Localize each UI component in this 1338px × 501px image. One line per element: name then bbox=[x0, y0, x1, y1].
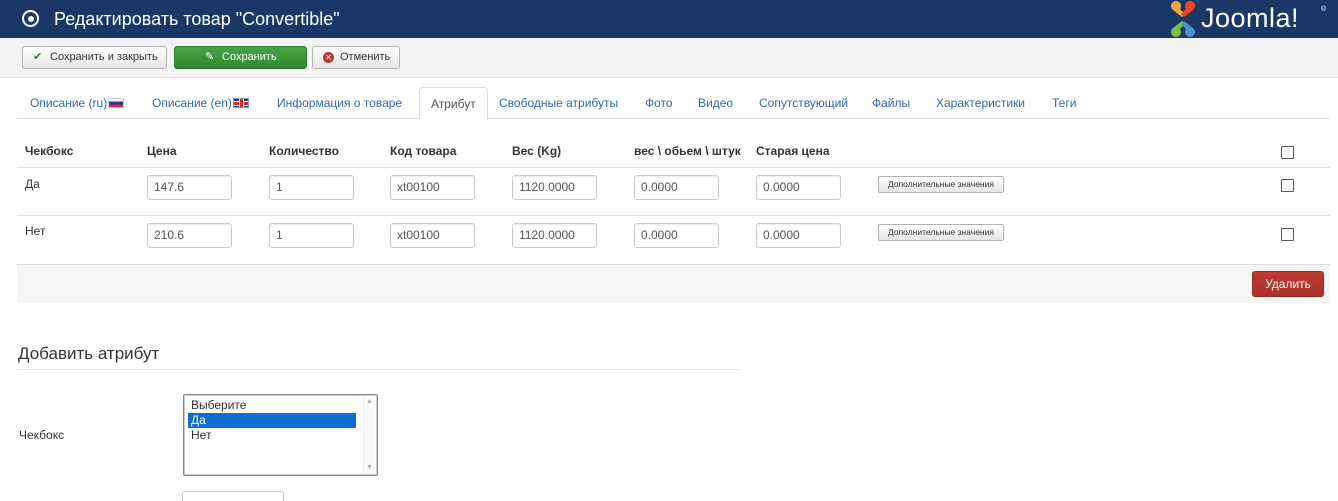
cancel-circle-icon: ✕ bbox=[323, 52, 334, 63]
row-divider bbox=[17, 167, 1330, 168]
column-header-price: Цена bbox=[147, 144, 177, 158]
tab-files[interactable]: Файлы bbox=[872, 87, 910, 119]
tab-bar: Описание (ru) Описание (en) Информация о… bbox=[17, 87, 1330, 120]
page-title: Редактировать товар "Convertible" bbox=[54, 9, 340, 29]
tab-tags[interactable]: Теги bbox=[1052, 87, 1076, 119]
tab-photo[interactable]: Фото bbox=[645, 87, 673, 119]
extra-values-button[interactable]: Дополнительные значения bbox=[878, 176, 1004, 193]
column-header-volume: вес \ обьем \ штук bbox=[634, 144, 741, 158]
logo-text: Joomla! bbox=[1201, 3, 1300, 33]
tab-label: Описание (ru) bbox=[30, 96, 108, 110]
column-header-quantity: Количество bbox=[269, 144, 339, 158]
column-header-weight: Вес (Kg) bbox=[512, 144, 562, 158]
listbox-scrollbar[interactable]: ▲ ▼ bbox=[363, 397, 375, 473]
old-price-input[interactable]: 0.0000 bbox=[756, 175, 841, 200]
save-button[interactable]: ✎ Сохранить bbox=[174, 46, 307, 69]
tab-label: Видео bbox=[698, 96, 734, 110]
edit-icon: ✎ bbox=[205, 51, 215, 63]
quantity-input[interactable]: 1 bbox=[269, 223, 354, 248]
uk-flag-icon bbox=[232, 98, 249, 108]
old-price-input[interactable]: 0.0000 bbox=[756, 223, 841, 248]
tab-characteristics[interactable]: Характеристики bbox=[936, 87, 1025, 119]
cancel-label: Отменить bbox=[340, 51, 391, 63]
row-checkbox[interactable] bbox=[1281, 179, 1294, 192]
listbox-option[interactable]: Выберите bbox=[188, 398, 356, 413]
code-input[interactable]: xt00100 bbox=[390, 223, 475, 248]
save-and-close-label: Сохранить и закрыть bbox=[50, 51, 158, 63]
price-input[interactable]: 210.6 bbox=[147, 223, 232, 248]
tab-label: Теги bbox=[1052, 96, 1077, 110]
add-attribute-heading: Добавить атрибут bbox=[18, 344, 160, 363]
tab-label: Характеристики bbox=[936, 96, 1025, 110]
scroll-up-icon[interactable]: ▲ bbox=[366, 398, 373, 406]
tab-related[interactable]: Сопутствующий bbox=[759, 87, 848, 119]
weight-input[interactable]: 1120.0000 bbox=[512, 175, 597, 200]
volume-input[interactable]: 0.0000 bbox=[634, 175, 719, 200]
app-header: Редактировать товар "Convertible" Joomla… bbox=[0, 0, 1338, 38]
tab-video[interactable]: Видео bbox=[698, 87, 733, 119]
listbox-option-selected[interactable]: Да bbox=[188, 413, 356, 428]
cancel-button[interactable]: ✕ Отменить bbox=[312, 46, 400, 69]
row-label: Нет bbox=[25, 224, 46, 238]
price-input[interactable]: 147.6 bbox=[147, 175, 232, 200]
volume-input[interactable]: 0.0000 bbox=[634, 223, 719, 248]
tab-label: Информация о товаре bbox=[277, 96, 403, 110]
listbox-option[interactable]: Нет bbox=[188, 428, 356, 443]
code-input[interactable]: xt00100 bbox=[390, 175, 475, 200]
tab-free-attributes[interactable]: Свободные атрибуты bbox=[499, 87, 618, 119]
heading-divider bbox=[17, 369, 740, 370]
delete-button[interactable]: Удалить bbox=[1252, 271, 1324, 297]
tab-description-ru[interactable]: Описание (ru) bbox=[30, 87, 125, 119]
table-footer bbox=[17, 265, 1330, 303]
extra-values-button[interactable]: Дополнительные значения bbox=[878, 224, 1004, 241]
column-header-code: Код товара bbox=[390, 144, 457, 158]
partial-input-field[interactable] bbox=[182, 491, 284, 501]
logo-registered-mark: ® bbox=[1321, 6, 1327, 13]
row-checkbox[interactable] bbox=[1281, 228, 1294, 241]
save-label: Сохранить bbox=[222, 51, 277, 63]
target-icon bbox=[22, 10, 39, 27]
tab-description-en[interactable]: Описание (en) bbox=[152, 87, 249, 119]
attribute-value-listbox[interactable]: Выберите Да Нет ▲ ▼ bbox=[183, 394, 378, 476]
scroll-down-icon[interactable]: ▼ bbox=[366, 464, 373, 472]
tab-label: Свободные атрибуты bbox=[499, 96, 619, 110]
tab-label: Фото bbox=[645, 96, 673, 110]
weight-input[interactable]: 1120.0000 bbox=[512, 223, 597, 248]
tab-label: Атрибут bbox=[431, 97, 476, 111]
tab-attribute[interactable]: Атрибут bbox=[419, 87, 488, 120]
checkmark-icon: ✔ bbox=[33, 51, 43, 63]
row-divider bbox=[17, 215, 1330, 216]
tab-product-info[interactable]: Информация о товаре bbox=[277, 87, 402, 119]
quantity-input[interactable]: 1 bbox=[269, 175, 354, 200]
column-header-old-price: Старая цена bbox=[756, 144, 830, 158]
tab-label: Файлы bbox=[872, 96, 911, 110]
save-and-close-button[interactable]: ✔ Сохранить и закрыть bbox=[22, 46, 167, 69]
attribute-field-label: Чекбокс bbox=[19, 428, 65, 442]
row-label: Да bbox=[25, 177, 40, 191]
toolbar: ✔ Сохранить и закрыть ✎ Сохранить ✕ Отме… bbox=[0, 38, 1338, 78]
russia-flag-icon bbox=[108, 98, 125, 108]
tab-label: Сопутствующий bbox=[759, 96, 849, 110]
column-header-checkbox: Чекбокс bbox=[25, 144, 74, 158]
select-all-checkbox[interactable] bbox=[1281, 146, 1294, 159]
tab-label: Описание (en) bbox=[152, 96, 232, 110]
